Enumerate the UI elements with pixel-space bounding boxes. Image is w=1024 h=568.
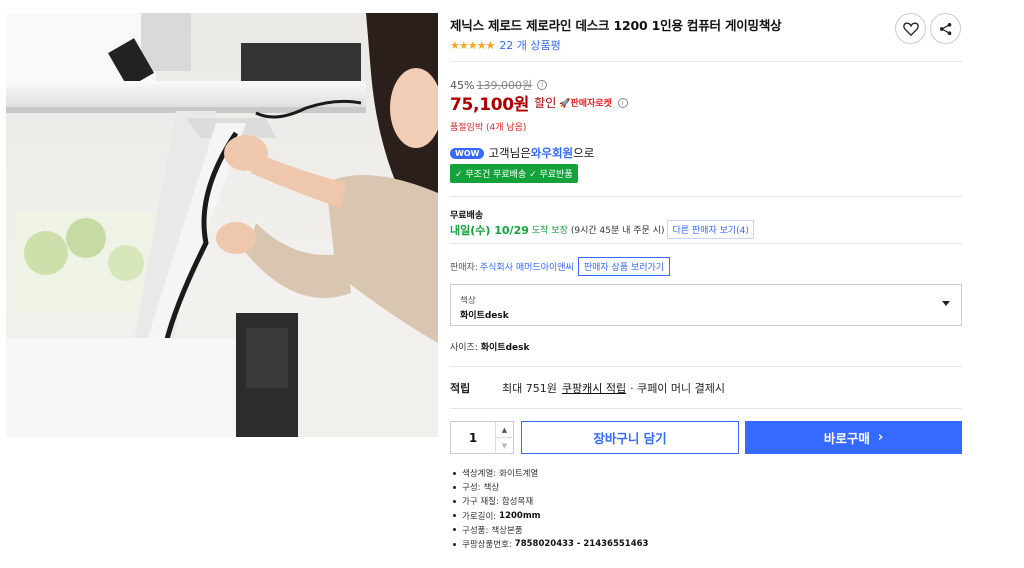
spec-value: 책상본품 [491,525,523,536]
sale-price: 75,100원 [450,95,530,115]
spec-item: 가로길이: 1200mm [450,509,648,523]
caret-down-icon [942,301,950,306]
reward-suffix: · 쿠페이 머니 결제시 [630,382,726,395]
divider [450,196,962,197]
delivery-guarantee: 도착 보장 [531,226,568,236]
review-count-link[interactable]: 22 개 상품평 [499,37,560,53]
order-window: (9시간 45분 내 주문 시) [570,226,665,236]
quantity-stepper[interactable]: 1 ▲ ▼ [450,421,514,454]
divider [450,366,962,367]
rating-row: ★★★★★ 22 개 상품평 [450,37,561,53]
option-select[interactable]: 책상 화이트desk [450,284,962,326]
size-value: 화이트desk [480,343,530,353]
add-to-cart-button[interactable]: 장바구니 담기 [521,421,739,454]
spec-label: 쿠팡상품번호: [462,540,512,551]
spec-item: 구성: 책상 [450,480,648,494]
size-label: 사이즈: [450,343,478,353]
quantity-value[interactable]: 1 [451,422,495,453]
seller-name-link[interactable]: 주식회사 매머드아이앤씨 [480,260,574,273]
chevron-right-icon: › [877,430,884,445]
spec-value: 1200mm [499,510,541,521]
seller-products-button[interactable]: 판매자 상품 보러가기 [577,257,671,276]
wow-member-label: 와우회원 [530,146,574,160]
divider [450,243,962,244]
info-icon[interactable]: i [617,97,628,108]
delivery-date: 내일(수) 10/29 [450,223,529,237]
shipping-row: 내일(수) 10/29 도착 보장 (9시간 45분 내 주문 시) 다른 판매… [450,220,754,239]
rating-stars: ★★★★★ [450,38,495,52]
spec-item: 색상계열: 화이트계열 [450,466,648,480]
seller-row: 판매자: 주식회사 매머드아이앤씨 판매자 상품 보러가기 [450,257,671,276]
seller-label: 판매자: [450,263,478,273]
sale-price-row: 75,100원 할인 🚀판매자로켓 i [450,90,628,115]
spec-label: 가로길이: [462,511,497,522]
sale-suffix: 할인 [534,96,557,110]
reward-label: 적립 [450,382,471,395]
other-sellers-button[interactable]: 다른 판매자 보기(4) [667,220,754,239]
coupang-cash-link[interactable]: 쿠팡캐시 적립 [562,380,626,396]
info-icon[interactable]: i [537,80,548,90]
size-row: 사이즈: 화이트desk [450,340,529,353]
increase-icon[interactable]: ▲ [496,422,513,437]
spec-label: 색상계열: [462,469,497,480]
share-button[interactable] [930,13,961,44]
divider [450,61,962,62]
wow-suffix: 으로 [573,146,595,160]
option-label: 책상 [460,296,476,306]
wow-badge: WOW [450,147,485,159]
divider [450,408,962,409]
buy-now-button[interactable]: 바로구매 › [745,421,962,454]
spec-label: 가구 재질: [462,497,499,508]
product-main-image[interactable] [6,13,438,437]
seller-rocket-badge: 🚀판매자로켓 [559,99,612,109]
decrease-icon[interactable]: ▼ [496,437,513,453]
spec-item: 구성품: 책상본품 [450,523,648,537]
product-photo [6,13,438,437]
product-title: 제닉스 제로드 제로라인 데스크 1200 1인용 컴퓨터 게이밍책상 [450,18,782,33]
spec-item: 쿠팡상품번호: 7858020433 - 21436551463 [450,537,648,551]
wow-member-row: WOW 고객님은 와우회원 으로 [450,145,594,161]
share-icon [939,22,951,35]
spec-item: 가구 재질: 합성목재 [450,494,648,508]
spec-label: 구성: [462,483,481,494]
reward-amount: 최대 751원 [502,382,557,395]
spec-list: 색상계열: 화이트계열 구성: 책상 가구 재질: 합성목재 가로길이: 1200mm … [450,466,648,551]
spec-value: 책상 [483,483,500,494]
heart-icon [902,22,919,36]
quantity-steps: ▲ ▼ [495,422,513,453]
wow-prefix: 고객님은 [488,146,531,160]
buy-now-label: 바로구매 [823,431,870,446]
spec-label: 구성품: [462,525,489,536]
spec-value: 합성목재 [501,497,534,508]
option-value: 화이트desk [460,311,509,321]
stock-warning: 품절임박 (4개 남음) [450,123,527,133]
spec-value: 7858020433 - 21436551463 [514,539,649,550]
free-benefits-badge: ✓ 무조건 무료배송 ✓ 무료반품 [450,164,578,183]
spec-value: 화이트계열 [499,469,539,480]
wishlist-button[interactable] [895,13,926,44]
reward-row: 적립 최대 751원 쿠팡캐시 적립 · 쿠페이 머니 결제시 [450,380,725,396]
